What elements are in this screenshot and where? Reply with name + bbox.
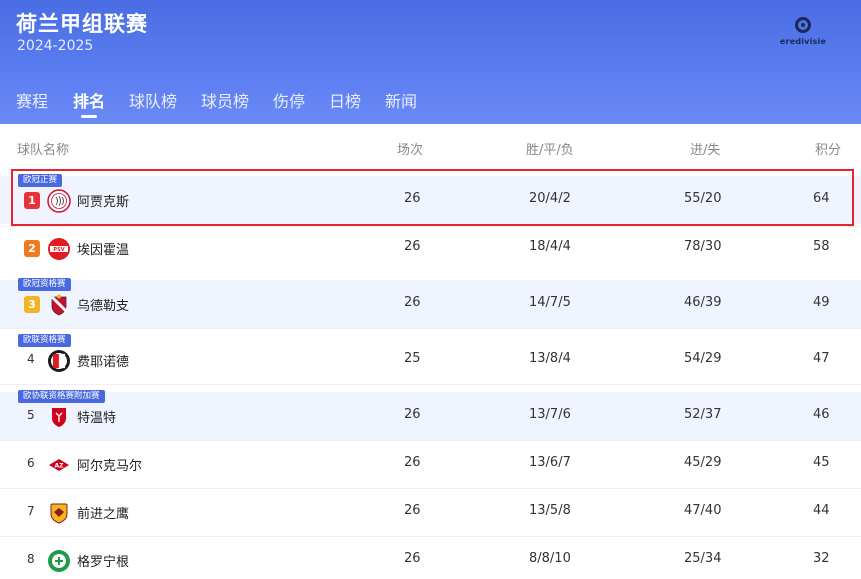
played: 26 bbox=[404, 239, 421, 254]
wdl: 20/4/2 bbox=[529, 191, 571, 206]
points: 58 bbox=[813, 239, 830, 254]
col-points: 积分 bbox=[815, 143, 842, 158]
utrecht-crest-icon bbox=[50, 294, 68, 316]
played: 25 bbox=[404, 351, 421, 366]
team-name: 埃因霍温 bbox=[77, 243, 130, 258]
goals: 46/39 bbox=[684, 295, 722, 310]
groningen-crest-icon bbox=[48, 550, 70, 572]
rank-number: 6 bbox=[27, 456, 35, 470]
row-divider bbox=[0, 328, 861, 329]
standings-column-headers: 球队名称 场次 胜/平/负 进/失 积分 bbox=[0, 124, 861, 168]
col-team: 球队名称 bbox=[17, 143, 70, 158]
points: 45 bbox=[813, 455, 830, 470]
goals: 78/30 bbox=[684, 239, 722, 254]
table-row[interactable]: 6 AZ 阿尔克马尔 26 13/6/7 45/29 45 bbox=[0, 440, 861, 488]
team-name: 乌德勒支 bbox=[77, 299, 130, 314]
ga-eagles-crest-icon bbox=[50, 503, 68, 524]
rank-number: 8 bbox=[27, 552, 35, 566]
col-wdl: 胜/平/负 bbox=[526, 143, 574, 158]
league-season: 2024-2025 bbox=[17, 38, 94, 54]
eredivisie-logo: eredivisie bbox=[778, 16, 828, 48]
qualification-tag: 欧联资格赛 bbox=[18, 334, 71, 347]
tab-schedule[interactable]: 赛程 bbox=[16, 88, 48, 112]
twente-crest-icon bbox=[52, 408, 66, 427]
rank-number: 4 bbox=[27, 352, 35, 366]
rank-badge: 3 bbox=[24, 296, 40, 313]
tab-bar: 赛程 排名 球队榜 球员榜 伤停 日榜 新闻 bbox=[0, 82, 861, 124]
ajax-crest-icon bbox=[47, 189, 71, 213]
rank-number: 5 bbox=[27, 408, 35, 422]
qualification-tag: 欧冠资格赛 bbox=[18, 278, 71, 291]
table-row[interactable]: 欧冠资格赛 3 乌德勒支 26 14/7/5 46/39 49 bbox=[0, 278, 861, 328]
points: 49 bbox=[813, 295, 830, 310]
rank-badge: 2 bbox=[24, 240, 40, 257]
goals: 45/29 bbox=[684, 455, 722, 470]
team-name: 前进之鹰 bbox=[77, 507, 130, 522]
tab-daily[interactable]: 日榜 bbox=[329, 88, 361, 112]
wdl: 13/7/6 bbox=[529, 407, 571, 422]
qualification-tag: 欧冠正赛 bbox=[18, 174, 63, 187]
goals: 55/20 bbox=[684, 191, 722, 206]
table-row[interactable]: 欧联资格赛 4 费耶诺德 25 13/8/4 54/29 47 bbox=[0, 334, 861, 384]
team-name: 费耶诺德 bbox=[77, 355, 130, 370]
league-title: 荷兰甲组联赛 bbox=[16, 12, 148, 36]
tab-standings[interactable]: 排名 bbox=[73, 88, 105, 112]
points: 32 bbox=[813, 551, 830, 566]
feyenoord-crest-icon bbox=[48, 350, 70, 372]
svg-text:AZ: AZ bbox=[55, 463, 65, 470]
col-goals: 进/失 bbox=[690, 143, 721, 158]
goals: 47/40 bbox=[684, 503, 722, 518]
played: 26 bbox=[404, 191, 421, 206]
points: 47 bbox=[813, 351, 830, 366]
table-row[interactable]: 欧协联资格赛附加赛 5 特温特 26 13/7/6 52/37 46 bbox=[0, 390, 861, 440]
team-name: 格罗宁根 bbox=[77, 555, 130, 570]
wdl: 13/8/4 bbox=[529, 351, 571, 366]
team-name: 阿尔克马尔 bbox=[77, 459, 143, 474]
goals: 52/37 bbox=[684, 407, 722, 422]
tab-injuries[interactable]: 伤停 bbox=[273, 88, 305, 112]
goals: 25/34 bbox=[684, 551, 722, 566]
rank-badge: 1 bbox=[24, 192, 40, 209]
tab-team-rankings[interactable]: 球队榜 bbox=[129, 88, 177, 112]
svg-text:PSV: PSV bbox=[53, 247, 64, 253]
played: 26 bbox=[404, 295, 421, 310]
points: 64 bbox=[813, 191, 830, 206]
goals: 54/29 bbox=[684, 351, 722, 366]
tab-player-rankings[interactable]: 球员榜 bbox=[201, 88, 249, 112]
played: 26 bbox=[404, 551, 421, 566]
wdl: 14/7/5 bbox=[529, 295, 571, 310]
team-name: 阿贾克斯 bbox=[77, 195, 130, 210]
wdl: 18/4/4 bbox=[529, 239, 571, 254]
played: 26 bbox=[404, 503, 421, 518]
played: 26 bbox=[404, 455, 421, 470]
col-played: 场次 bbox=[397, 143, 424, 158]
az-crest-icon: AZ bbox=[48, 454, 70, 476]
league-header: 荷兰甲组联赛 2024-2025 eredivisie 赛程 排名 球队榜 球员… bbox=[0, 0, 861, 124]
played: 26 bbox=[404, 407, 421, 422]
wdl: 13/6/7 bbox=[529, 455, 571, 470]
tab-news[interactable]: 新闻 bbox=[385, 88, 417, 112]
active-tab-indicator bbox=[81, 115, 97, 118]
row-divider bbox=[0, 384, 861, 385]
table-row[interactable]: 8 格罗宁根 26 8/8/10 25/34 32 bbox=[0, 536, 861, 579]
wdl: 13/5/8 bbox=[529, 503, 571, 518]
points: 46 bbox=[813, 407, 830, 422]
eredivisie-logo-icon bbox=[794, 16, 812, 34]
team-name: 特温特 bbox=[77, 411, 117, 426]
points: 44 bbox=[813, 503, 830, 518]
table-row[interactable]: 7 前进之鹰 26 13/5/8 47/40 44 bbox=[0, 488, 861, 536]
qualification-tag: 欧协联资格赛附加赛 bbox=[18, 390, 105, 403]
table-row[interactable]: 2 PSV 埃因霍温 26 18/4/4 78/30 58 bbox=[0, 224, 861, 272]
logo-text: eredivisie bbox=[779, 37, 827, 46]
rank-number: 7 bbox=[27, 504, 35, 518]
wdl: 8/8/10 bbox=[529, 551, 571, 566]
table-row[interactable]: 欧冠正赛 1 阿贾克斯 26 20/4/2 55/20 64 bbox=[0, 174, 861, 224]
psv-crest-icon: PSV bbox=[48, 238, 70, 260]
